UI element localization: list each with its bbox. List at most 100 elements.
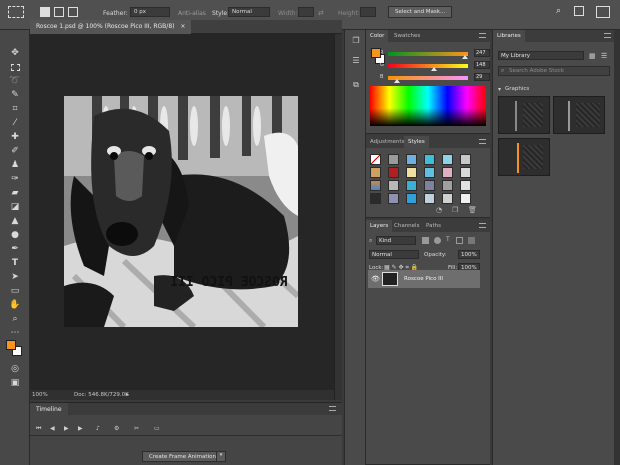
audio-icon[interactable]: ♪ xyxy=(96,425,100,432)
eyedropper-tool-icon[interactable]: ⁄ xyxy=(8,116,22,130)
layer-name[interactable]: Roscoe Pico III xyxy=(404,276,443,282)
zoom-level[interactable]: 100% xyxy=(32,392,48,398)
graphic-thumbnail-2[interactable] xyxy=(553,96,605,134)
style-swatch[interactable] xyxy=(406,193,417,204)
filter-kind-select[interactable]: Kind xyxy=(376,236,416,245)
panel-menu-icon[interactable] xyxy=(479,139,486,144)
red-value-input[interactable]: 247 xyxy=(474,49,490,57)
right-edge-scrollbar[interactable] xyxy=(614,30,620,465)
style-swatch[interactable] xyxy=(442,193,453,204)
green-slider[interactable]: G 148 xyxy=(380,61,490,71)
list-view-icon[interactable]: ☰ xyxy=(601,52,607,60)
style-swatch[interactable] xyxy=(388,180,399,191)
green-value-input[interactable]: 148 xyxy=(474,61,490,69)
style-swatch[interactable] xyxy=(406,167,417,178)
style-swatch[interactable] xyxy=(388,167,399,178)
blend-mode-select[interactable]: Normal xyxy=(369,250,419,259)
style-swatch[interactable] xyxy=(370,154,381,165)
info-panel-icon[interactable]: ⧉ xyxy=(350,80,362,92)
status-menu-icon[interactable]: ▸ xyxy=(126,391,129,398)
share-icon[interactable] xyxy=(596,6,610,18)
history-brush-icon[interactable]: ✑ xyxy=(8,172,22,186)
color-spectrum-ramp[interactable] xyxy=(370,86,486,126)
grid-view-icon[interactable]: ▦ xyxy=(589,52,596,60)
gradient-tool-icon[interactable]: ◪ xyxy=(8,200,22,214)
panel-menu-icon[interactable] xyxy=(329,406,336,411)
tab-libraries[interactable]: Libraries xyxy=(493,30,525,42)
foreground-color-chip[interactable] xyxy=(371,48,381,58)
brush-tool-icon[interactable]: ✐ xyxy=(8,144,22,158)
type-tool-icon[interactable]: T xyxy=(8,256,22,270)
red-slider[interactable]: R 247 xyxy=(380,49,490,59)
screen-mode-icon[interactable]: ▣ xyxy=(8,376,22,390)
style-swatch[interactable] xyxy=(370,180,381,191)
select-and-mask-button[interactable]: Select and Mask... xyxy=(388,6,453,18)
visibility-eye-icon[interactable]: 👁 xyxy=(371,275,380,283)
library-select[interactable]: My Library xyxy=(498,51,584,60)
tab-styles[interactable]: Styles xyxy=(404,136,429,148)
clone-stamp-tool-icon[interactable]: ♟ xyxy=(8,158,22,172)
split-icon[interactable]: ✂ xyxy=(134,425,139,432)
next-frame-icon[interactable]: ▶ xyxy=(78,425,83,432)
dog-photo-artwork[interactable]: ROSCOE PICO III xyxy=(64,96,298,327)
style-swatch[interactable] xyxy=(442,180,453,191)
tab-paths[interactable]: Paths xyxy=(422,220,445,232)
tab-layers[interactable]: Layers xyxy=(366,220,393,232)
red-slider-thumb[interactable] xyxy=(462,55,468,59)
blur-tool-icon[interactable]: ▲ xyxy=(8,214,22,228)
style-swatch[interactable] xyxy=(388,154,399,165)
path-selection-tool-icon[interactable]: ➤ xyxy=(8,270,22,284)
marquee-tool-preset-icon[interactable] xyxy=(8,6,24,18)
transition-icon[interactable]: ▭ xyxy=(154,425,160,432)
style-swatch[interactable] xyxy=(424,180,435,191)
history-panel-icon[interactable]: ❐ xyxy=(350,36,362,48)
style-swatch[interactable] xyxy=(388,193,399,204)
style-swatch[interactable] xyxy=(460,180,471,191)
delete-style-icon[interactable]: 🗑 xyxy=(468,206,477,214)
style-swatch[interactable] xyxy=(442,154,453,165)
search-icon[interactable]: ⌕ xyxy=(556,6,561,16)
eraser-tool-icon[interactable]: ▰ xyxy=(8,186,22,200)
style-swatch[interactable] xyxy=(424,167,435,178)
more-tools-icon[interactable]: ⋯ xyxy=(8,326,22,340)
panel-menu-icon[interactable] xyxy=(479,33,486,38)
blue-value-input[interactable]: 29 xyxy=(474,73,490,81)
properties-panel-icon[interactable]: ☰ xyxy=(350,56,362,68)
settings-icon[interactable]: ⚙ xyxy=(114,425,119,432)
panel-menu-icon[interactable] xyxy=(479,223,486,228)
panel-menu-icon[interactable] xyxy=(604,33,611,38)
lasso-tool-icon[interactable]: ➰ xyxy=(8,74,22,88)
move-tool-icon[interactable]: ✥ xyxy=(8,46,22,60)
layer-row[interactable]: 👁 Roscoe Pico III xyxy=(368,270,480,288)
zoom-tool-icon[interactable]: ⌕ xyxy=(8,312,22,326)
document-tab[interactable]: Roscoe 1.psd @ 100% (Roscoe Pico III, RG… xyxy=(30,20,192,34)
style-swatch[interactable] xyxy=(460,154,471,165)
tab-color[interactable]: Color xyxy=(366,30,389,42)
close-icon[interactable]: × xyxy=(180,23,185,30)
document-size[interactable]: Doc: 546.8K/729.0K xyxy=(74,392,129,398)
stock-search-field[interactable]: ⌕ Search Adobe Stock xyxy=(498,66,610,76)
first-frame-icon[interactable]: ⏮ xyxy=(36,425,41,433)
workspace-switcher-icon[interactable] xyxy=(574,6,584,16)
opacity-input[interactable]: 100% xyxy=(458,250,480,259)
width-input[interactable] xyxy=(298,7,314,17)
crop-tool-icon[interactable]: ⌗ xyxy=(8,102,22,116)
layer-thumbnail[interactable] xyxy=(382,272,398,286)
style-swatch[interactable] xyxy=(424,193,435,204)
tab-swatches[interactable]: Swatches xyxy=(390,30,424,42)
anti-alias-checkbox[interactable]: Anti-alias xyxy=(178,10,206,17)
rectangle-tool-icon[interactable]: ▭ xyxy=(8,284,22,298)
style-swatch[interactable] xyxy=(406,154,417,165)
style-swatch[interactable] xyxy=(406,180,417,191)
collapse-chevron-icon[interactable]: ▾ xyxy=(498,86,501,93)
graphic-thumbnail-3[interactable] xyxy=(498,138,550,176)
play-icon[interactable]: ▶ xyxy=(64,425,69,432)
blue-slider[interactable]: B 29 xyxy=(380,73,490,83)
style-swatch[interactable] xyxy=(442,167,453,178)
style-swatch[interactable] xyxy=(424,154,435,165)
pen-tool-icon[interactable]: ✒ xyxy=(8,242,22,256)
hand-tool-icon[interactable]: ✋ xyxy=(8,298,22,312)
rectangular-marquee-tool-icon[interactable] xyxy=(8,60,22,74)
graphic-thumbnail-1[interactable] xyxy=(498,96,550,134)
feather-input[interactable]: 0 px xyxy=(130,7,170,17)
